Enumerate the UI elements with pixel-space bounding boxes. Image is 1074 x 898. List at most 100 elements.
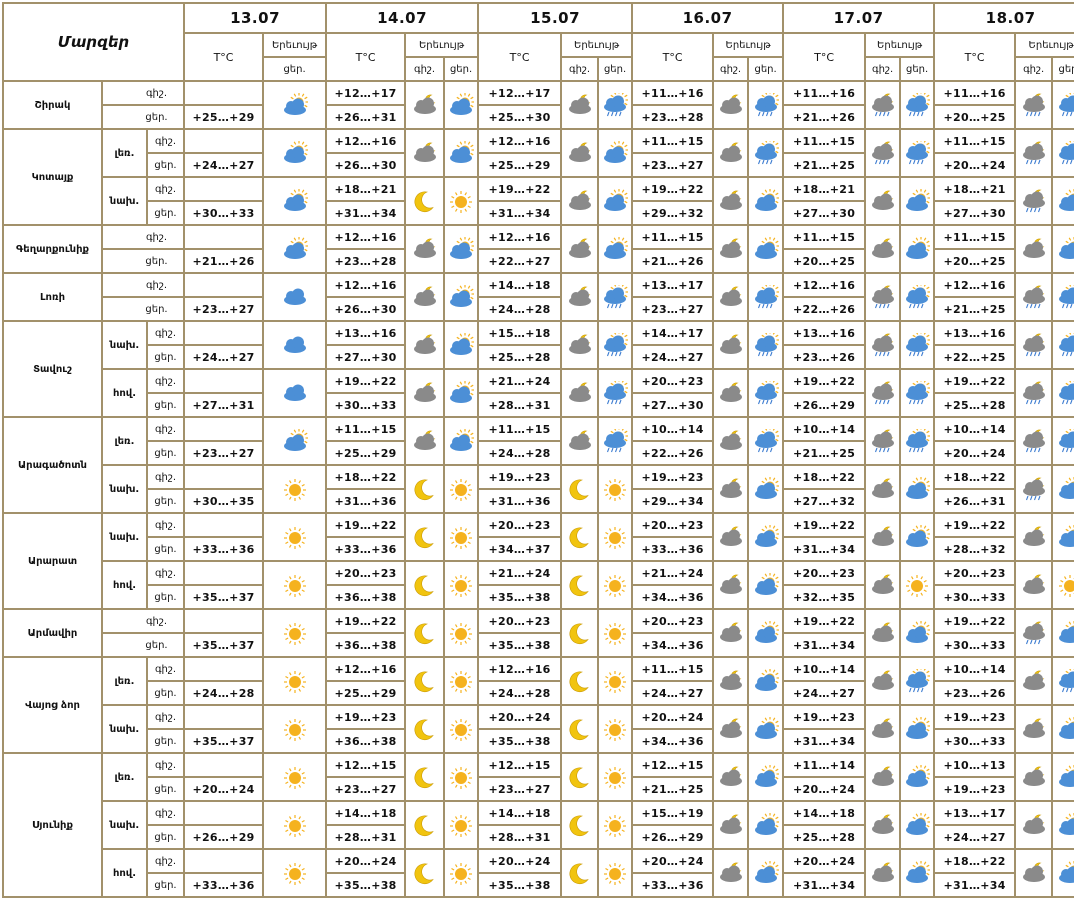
cloudy-night-icon xyxy=(712,464,750,514)
cloudy-night-icon xyxy=(560,272,600,322)
temperature-range: +13…+16 xyxy=(325,320,407,346)
temperature-range: +14…+18 xyxy=(477,800,563,826)
cloudy-rain-night-icon xyxy=(1014,176,1054,226)
temperature-range: +26…+29 xyxy=(631,824,715,850)
temperature-range xyxy=(183,800,265,826)
sun-icon xyxy=(1051,560,1074,610)
cloudy-rain-night-icon xyxy=(1022,477,1045,501)
partly-cloudy-day-icon xyxy=(604,237,629,259)
cloudy-night-icon xyxy=(871,622,894,642)
partly-cloudy-rain-day-icon xyxy=(747,128,785,178)
partly-cloudy-rain-day-icon xyxy=(906,429,931,453)
temp-header: T°C xyxy=(183,32,265,82)
temperature-range: +23…+26 xyxy=(782,344,867,370)
partly-cloudy-rain-day-icon xyxy=(899,416,936,466)
temperature-range xyxy=(183,464,265,490)
period-label: ցեր. xyxy=(100,296,186,322)
cloudy-night-icon xyxy=(1022,526,1045,546)
partly-cloudy-day-icon xyxy=(597,128,634,178)
temperature-range: +12…+16 xyxy=(782,272,867,298)
partly-cloudy-day-icon xyxy=(906,717,931,739)
temperature-range: +19…+22 xyxy=(325,368,407,394)
cloudy-night-icon xyxy=(871,862,894,882)
partly-cloudy-day-icon xyxy=(1051,848,1074,898)
partly-cloudy-day-icon xyxy=(262,176,328,226)
period-label: գիշ. xyxy=(145,752,186,778)
partly-cloudy-day-icon xyxy=(906,813,931,835)
period-label: գիշ. xyxy=(145,464,186,490)
temperature-range: +35…+37 xyxy=(183,728,265,754)
sun-icon xyxy=(906,575,929,597)
day-header: ցեր. xyxy=(597,56,634,82)
sun-icon xyxy=(443,608,480,658)
temperature-range: +20…+25 xyxy=(782,248,867,274)
temperature-range: +20…+24 xyxy=(933,152,1017,178)
cloudy-rain-night-icon xyxy=(871,381,894,405)
temperature-range: +11…+16 xyxy=(782,80,867,106)
temperature-range: +32…+35 xyxy=(782,584,867,610)
cloudy-rain-night-icon xyxy=(1022,381,1045,405)
sun-icon xyxy=(604,863,627,885)
sun-icon xyxy=(1058,575,1074,597)
sun-icon xyxy=(262,656,328,706)
temp-header: T°C xyxy=(933,32,1017,82)
cloudy-night-icon xyxy=(712,224,750,274)
cloudy-night-icon xyxy=(712,320,750,370)
temperature-range: +22…+25 xyxy=(933,344,1017,370)
temperature-range: +36…+38 xyxy=(325,728,407,754)
temperature-range xyxy=(183,80,265,106)
temperature-range: +10…+13 xyxy=(933,752,1017,778)
cloudy-rain-night-icon xyxy=(1014,608,1054,658)
moon-icon xyxy=(404,608,446,658)
partly-cloudy-day-icon xyxy=(899,512,936,562)
period-label: ցեր. xyxy=(145,776,186,802)
temperature-range: +21…+26 xyxy=(183,248,265,274)
temperature-range: +31…+34 xyxy=(477,200,563,226)
moon-icon xyxy=(404,656,446,706)
cloudy-rain-night-icon xyxy=(871,429,894,453)
subregion-label: լեռ. xyxy=(101,752,148,802)
partly-cloudy-rain-day-icon xyxy=(1058,285,1074,309)
sun-icon xyxy=(604,623,627,645)
cloudy-night-icon xyxy=(1014,560,1054,610)
temperature-range: +23…+27 xyxy=(477,776,563,802)
partly-cloudy-rain-day-icon xyxy=(1058,669,1074,693)
temperature-range xyxy=(183,224,265,250)
partly-cloudy-day-icon xyxy=(450,285,475,307)
moon-icon xyxy=(560,608,600,658)
cloudy-night-icon xyxy=(560,320,600,370)
temperature-range: +10…+14 xyxy=(631,416,715,442)
cloudy-night-icon xyxy=(719,862,742,882)
sun-icon xyxy=(443,464,480,514)
moon-icon xyxy=(404,560,446,610)
temperature-range: +20…+23 xyxy=(477,608,563,634)
moon-icon xyxy=(414,767,434,789)
moon-icon xyxy=(569,767,589,789)
temperature-range: +34…+36 xyxy=(631,632,715,658)
state-header: Երեւույթ xyxy=(712,32,785,58)
partly-cloudy-day-icon xyxy=(450,333,475,355)
partly-cloudy-day-icon xyxy=(450,93,475,115)
temperature-range: +10…+14 xyxy=(933,656,1017,682)
temperature-range: +34…+36 xyxy=(631,728,715,754)
partly-cloudy-day-icon xyxy=(754,669,779,691)
region-name: Տավուշ xyxy=(2,320,103,418)
day-header: ցեր. xyxy=(443,56,480,82)
temperature-range: +27…+30 xyxy=(325,344,407,370)
temperature-range: +21…+26 xyxy=(782,104,867,130)
cloudy-night-icon xyxy=(712,704,750,754)
sun-icon xyxy=(899,560,936,610)
table-row: նախ. գիշ. +19…+23 +20…+24 +20…+24 +19…+23 +19…… xyxy=(3,704,1074,754)
cloudy-night-icon xyxy=(1022,238,1045,258)
temperature-range: +10…+14 xyxy=(933,416,1017,442)
cloudy-rain-night-icon xyxy=(1014,368,1054,418)
temperature-range: +19…+22 xyxy=(325,512,407,538)
partly-cloudy-day-icon xyxy=(450,141,475,163)
period-label: ցեր. xyxy=(145,392,186,418)
cloudy-rain-night-icon xyxy=(1014,416,1054,466)
partly-cloudy-rain-day-icon xyxy=(1051,272,1074,322)
partly-cloudy-day-icon xyxy=(747,224,785,274)
partly-cloudy-day-icon xyxy=(906,525,931,547)
partly-cloudy-day-icon xyxy=(1051,224,1074,274)
moon-icon xyxy=(414,863,434,885)
